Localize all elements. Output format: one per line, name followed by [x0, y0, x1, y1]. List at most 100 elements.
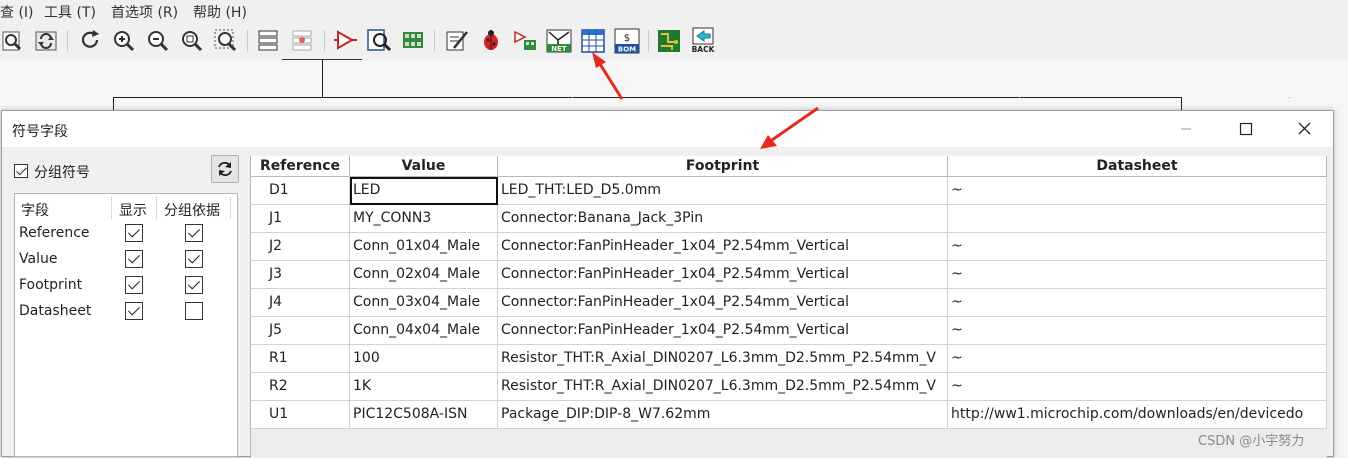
- regroup-button[interactable]: [211, 155, 239, 183]
- menu-preferences[interactable]: 首选项 (R): [111, 2, 178, 22]
- field-name: Footprint: [19, 277, 83, 293]
- cell-value[interactable]: Conn_01x04_Male: [350, 233, 498, 261]
- cell-datasheet[interactable]: ~: [948, 289, 1327, 317]
- cell-datasheet[interactable]: ~: [948, 317, 1327, 345]
- cell-footprint[interactable]: Resistor_THT:R_Axial_DIN0207_L6.3mm_D2.5…: [498, 345, 948, 373]
- reference-text: U1: [269, 406, 289, 422]
- cell-ref[interactable]: J3: [251, 261, 350, 289]
- grid-dot: [1019, 97, 1020, 98]
- cell-value[interactable]: Conn_04x04_Male: [350, 317, 498, 345]
- cell-datasheet[interactable]: ~: [948, 373, 1327, 401]
- table-row[interactable]: J1 MY_CONN3 Connector:Banana_Jack_3Pin: [251, 205, 1327, 233]
- minimize-button[interactable]: [1163, 111, 1209, 147]
- table-row[interactable]: J3 Conn_02x04_Male Connector:FanPinHeader_…: [251, 261, 1327, 289]
- cell-footprint[interactable]: Connector:FanPinHeader_1x04_P2.54mm_Vert…: [498, 233, 948, 261]
- cell-footprint[interactable]: Connector:FanPinHeader_1x04_P2.54mm_Vert…: [498, 317, 948, 345]
- zoom-fit-icon[interactable]: [179, 26, 205, 54]
- cell-datasheet[interactable]: [948, 205, 1327, 233]
- cell-ref[interactable]: J5: [251, 317, 350, 345]
- cell-datasheet[interactable]: ~: [948, 345, 1327, 373]
- show-checkbox[interactable]: [125, 224, 143, 242]
- column-header-reference[interactable]: Reference: [251, 156, 350, 177]
- group-by-checkbox[interactable]: [185, 276, 203, 294]
- redraw-icon[interactable]: [33, 26, 59, 54]
- show-checkbox[interactable]: [125, 250, 143, 268]
- menu-bar: 查 (I) 工具 (T) 首选项 (R) 帮助 (H): [0, 0, 1348, 22]
- zoom-out-icon[interactable]: [145, 26, 171, 54]
- symbol-fields-table-icon[interactable]: [580, 26, 606, 54]
- cell-ref[interactable]: R2: [251, 373, 350, 401]
- table-row[interactable]: U1 PIC12C508A-ISN Package_DIP:DIP-8_W7.62m…: [251, 401, 1327, 429]
- zoom-in-icon[interactable]: [111, 26, 137, 54]
- grid-dot: [572, 97, 573, 98]
- cell-value[interactable]: PIC12C508A-ISN: [350, 401, 498, 429]
- fields-header-group-by: 分组依据: [164, 203, 220, 219]
- back-annotate-icon[interactable]: BACK: [690, 26, 716, 54]
- assign-footprints-icon[interactable]: [512, 26, 538, 54]
- zoom-selection-icon[interactable]: [213, 26, 239, 54]
- symbol-editor-icon[interactable]: [332, 26, 358, 54]
- group-symbols-check[interactable]: [14, 163, 28, 178]
- table-row[interactable]: J2 Conn_01x04_Male Connector:FanPinHeader_…: [251, 233, 1327, 261]
- cell-value[interactable]: Conn_02x04_Male: [350, 261, 498, 289]
- main-toolbar: NET $ BOM BACK: [0, 22, 1348, 58]
- cell-value[interactable]: 100: [350, 345, 498, 373]
- cell-ref[interactable]: R1: [251, 345, 350, 373]
- cell-ref[interactable]: J2: [251, 233, 350, 261]
- cell-ref[interactable]: U1: [251, 401, 350, 429]
- group-by-checkbox[interactable]: [185, 224, 203, 242]
- cell-ref[interactable]: J1: [251, 205, 350, 233]
- group-by-checkbox[interactable]: [185, 250, 203, 268]
- hierarchy-navigator-icon[interactable]: [256, 26, 282, 54]
- table-row[interactable]: J4 Conn_03x04_Male Connector:FanPinHeader_…: [251, 289, 1327, 317]
- show-checkbox[interactable]: [125, 276, 143, 294]
- erc-icon[interactable]: [478, 26, 504, 54]
- column-header-value[interactable]: Value: [350, 156, 498, 177]
- table-row[interactable]: R1 100 Resistor_THT:R_Axial_DIN0207_L6.3mm…: [251, 345, 1327, 373]
- group-symbols-checkbox[interactable]: 分组符号: [14, 163, 90, 181]
- zoom-page-icon[interactable]: [0, 26, 26, 54]
- fields-panel: 字段 显示 分组依据 Reference Value Footprint Dat…: [14, 193, 238, 457]
- cell-footprint[interactable]: Connector:Banana_Jack_3Pin: [498, 205, 948, 233]
- cell-value[interactable]: LED: [350, 177, 498, 205]
- table-row[interactable]: D1 LED LED_THT:LED_D5.0mm ~: [251, 177, 1327, 205]
- column-header-footprint[interactable]: Footprint: [498, 156, 948, 177]
- symbol-browser-icon[interactable]: [366, 26, 392, 54]
- netlist-badge-text: NET: [551, 45, 567, 53]
- table-row[interactable]: R2 1K Resistor_THT:R_Axial_DIN0207_L6.3mm_…: [251, 373, 1327, 401]
- cell-footprint[interactable]: Resistor_THT:R_Axial_DIN0207_L6.3mm_D2.5…: [498, 373, 948, 401]
- bom-icon[interactable]: $ BOM: [614, 26, 640, 54]
- cell-datasheet[interactable]: http://ww1.microchip.com/downloads/en/de…: [948, 401, 1327, 429]
- dialog-titlebar[interactable]: 符号字段: [2, 111, 1333, 147]
- cell-footprint[interactable]: Package_DIP:DIP-8_W7.62mm: [498, 401, 948, 429]
- wire: [113, 97, 1182, 98]
- cell-footprint[interactable]: LED_THT:LED_D5.0mm: [498, 177, 948, 205]
- column-header-datasheet[interactable]: Datasheet: [948, 156, 1327, 177]
- cell-footprint[interactable]: Connector:FanPinHeader_1x04_P2.54mm_Vert…: [498, 261, 948, 289]
- cell-datasheet[interactable]: ~: [948, 261, 1327, 289]
- cell-datasheet[interactable]: ~: [948, 177, 1327, 205]
- cell-value[interactable]: 1K: [350, 373, 498, 401]
- dialog-title: 符号字段: [12, 124, 68, 140]
- group-by-checkbox[interactable]: [185, 302, 203, 320]
- group-symbols-label: 分组符号: [34, 165, 90, 181]
- menu-help[interactable]: 帮助 (H): [193, 2, 247, 22]
- cell-footprint[interactable]: Connector:FanPinHeader_1x04_P2.54mm_Vert…: [498, 289, 948, 317]
- pcb-editor-icon[interactable]: [656, 26, 682, 54]
- close-button[interactable]: [1281, 111, 1327, 147]
- show-checkbox[interactable]: [125, 302, 143, 320]
- cell-ref[interactable]: J4: [251, 289, 350, 317]
- netlist-icon[interactable]: NET: [546, 26, 572, 54]
- cell-datasheet[interactable]: ~: [948, 233, 1327, 261]
- rotate-icon[interactable]: [77, 26, 103, 54]
- menu-tools[interactable]: 工具 (T): [44, 2, 96, 22]
- leave-sheet-icon[interactable]: [290, 26, 316, 54]
- cell-value[interactable]: Conn_03x04_Male: [350, 289, 498, 317]
- footprint-editor-icon[interactable]: [400, 26, 426, 54]
- cell-ref[interactable]: D1: [251, 177, 350, 205]
- menu-view[interactable]: 查 (I): [0, 2, 34, 22]
- cell-value[interactable]: MY_CONN3: [350, 205, 498, 233]
- maximize-button[interactable]: [1223, 111, 1269, 147]
- table-row[interactable]: J5 Conn_04x04_Male Connector:FanPinHeader_…: [251, 317, 1327, 345]
- annotate-icon[interactable]: [444, 26, 470, 54]
